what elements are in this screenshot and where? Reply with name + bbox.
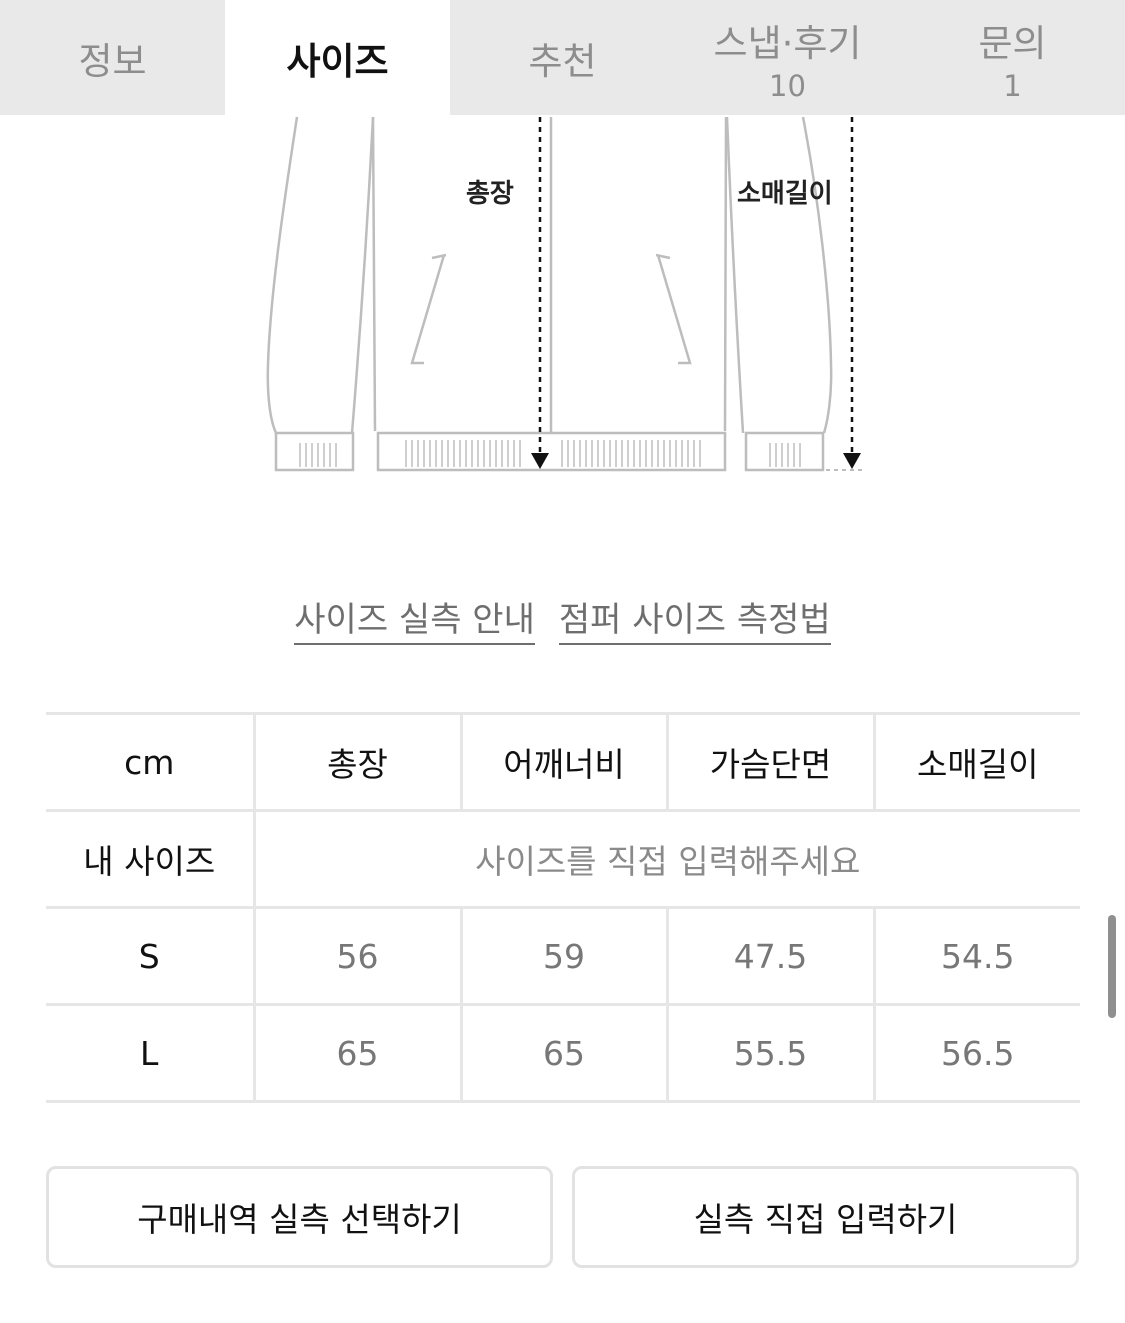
tab-info-label: 정보: [78, 39, 147, 83]
my-size-row: 내 사이즈 사이즈를 직접 입력해주세요: [46, 809, 1080, 909]
tab-snap-review-count: 10: [769, 68, 806, 103]
unit-header: cm: [46, 712, 254, 812]
table-cell: 56.5: [872, 1003, 1080, 1103]
table-cell: 65: [252, 1003, 461, 1103]
size-label: S: [46, 906, 254, 1006]
header-total-length: 총장: [252, 712, 461, 812]
size-page: 정보 사이즈 추천 스냅·후기 10 문의 1 총장 소매길이 사이즈 실측 안…: [0, 0, 1125, 1323]
tab-inquiry-count: 1: [1003, 68, 1022, 103]
table-cell: 54.5: [872, 906, 1080, 1006]
tab-recommend[interactable]: 추천: [450, 0, 675, 115]
size-guide-link[interactable]: 사이즈 실측 안내: [294, 592, 535, 645]
header-shoulder-width: 어깨너비: [459, 712, 667, 812]
header-sleeve-length: 소매길이: [872, 712, 1080, 812]
table-cell: 56: [252, 906, 461, 1006]
tab-snap-review[interactable]: 스냅·후기 10: [675, 0, 900, 115]
sleeve-measure-line: [826, 117, 866, 471]
tab-size[interactable]: 사이즈: [225, 0, 450, 115]
my-size-input-hint[interactable]: 사이즈를 직접 입력해주세요: [252, 809, 1080, 909]
my-size-label: 내 사이즈: [46, 809, 254, 909]
tab-info[interactable]: 정보: [0, 0, 225, 115]
length-label: 총장: [466, 179, 514, 209]
table-row: L 65 65 55.5 56.5: [46, 1003, 1080, 1103]
table-row: S 56 59 47.5 54.5: [46, 906, 1080, 1006]
table-cell: 59: [459, 906, 667, 1006]
size-guide-links: 사이즈 실측 안내 점퍼 사이즈 측정법: [0, 592, 1125, 645]
tab-recommend-label: 추천: [528, 39, 597, 83]
purchase-history-measure-button[interactable]: 구매내역 실측 선택하기: [46, 1166, 553, 1268]
jacket-size-diagram: 총장 소매길이: [0, 115, 1125, 495]
product-tabs: 정보 사이즈 추천 스냅·후기 10 문의 1: [0, 0, 1125, 115]
size-label: L: [46, 1003, 254, 1103]
sleeve-length-label: 소매길이: [737, 179, 833, 209]
table-header-row: cm 총장 어깨너비 가슴단면 소매길이: [46, 712, 1080, 812]
header-chest-width: 가슴단면: [665, 712, 874, 812]
tab-snap-review-label: 스냅·후기: [713, 21, 862, 65]
table-cell: 47.5: [665, 906, 874, 1006]
tab-size-label: 사이즈: [286, 39, 389, 83]
manual-measure-input-button[interactable]: 실측 직접 입력하기: [572, 1166, 1079, 1268]
jacket-outline-drawing: [266, 116, 866, 472]
table-cell: 55.5: [665, 1003, 874, 1103]
tab-inquiry[interactable]: 문의 1: [900, 0, 1125, 115]
tab-inquiry-label: 문의: [978, 21, 1047, 65]
measure-method-link[interactable]: 점퍼 사이즈 측정법: [558, 592, 831, 645]
table-cell: 65: [459, 1003, 667, 1103]
scrollbar-thumb[interactable]: [1108, 915, 1116, 1018]
length-measure-line: [531, 117, 549, 469]
size-table: cm 총장 어깨너비 가슴단면 소매길이 내 사이즈 사이즈를 직접 입력해주세…: [46, 712, 1080, 1103]
